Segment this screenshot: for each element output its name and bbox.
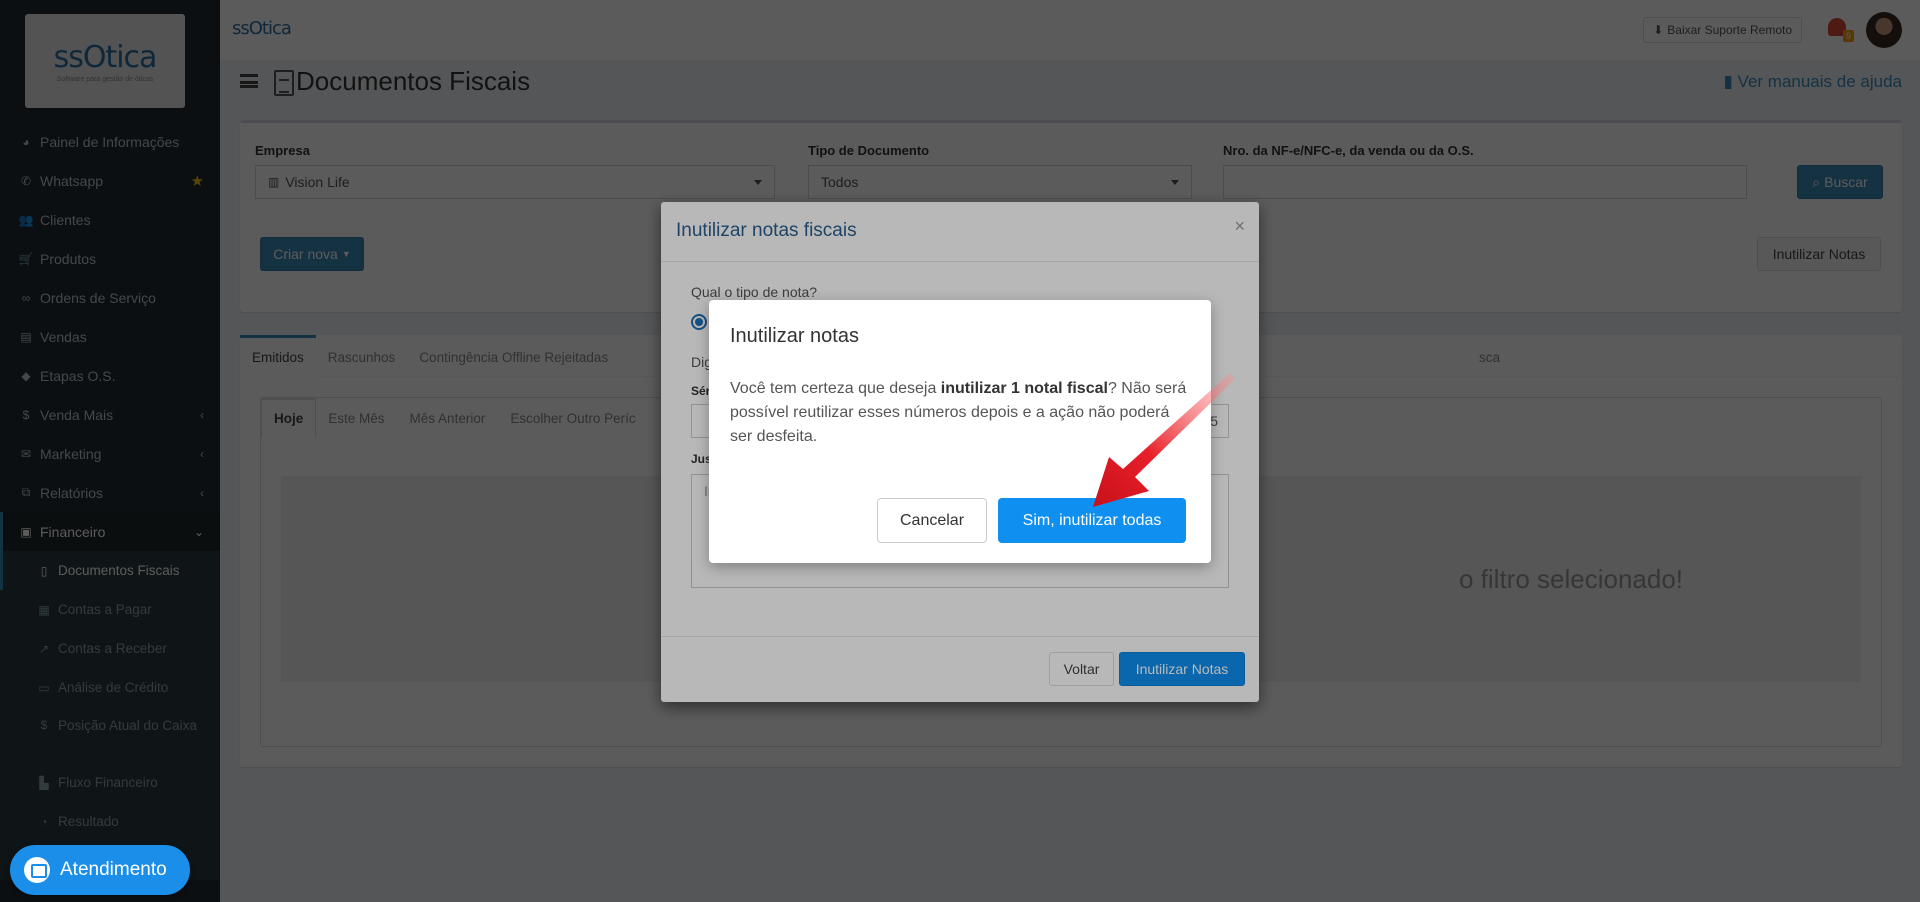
confirm-text-before: Você tem certeza que deseja — [730, 380, 941, 397]
confirm-title: Inutilizar notas — [730, 325, 859, 347]
atendimento-chat-button[interactable]: Atendimento — [10, 845, 190, 895]
chat-label: Atendimento — [60, 859, 167, 880]
red-arrow-annotation — [1093, 373, 1235, 507]
cancel-button[interactable]: Cancelar — [877, 498, 987, 543]
chat-icon — [24, 857, 50, 883]
